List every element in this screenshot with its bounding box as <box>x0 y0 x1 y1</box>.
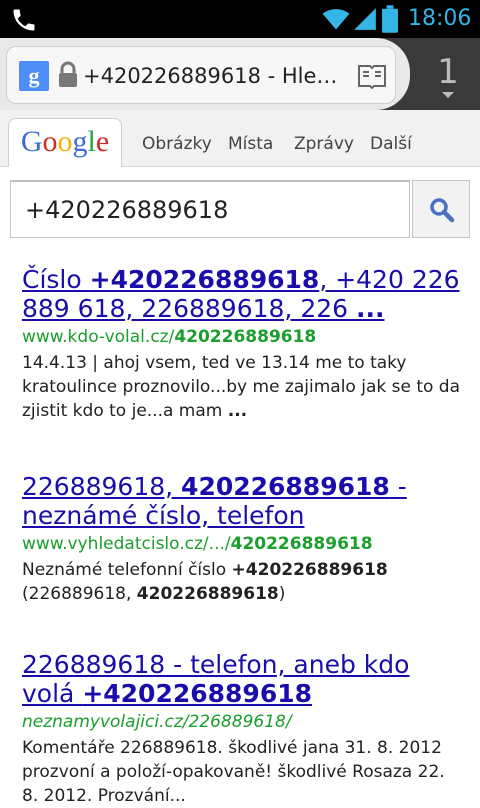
result-url: neznamyvolajici.cz/226889618/ <box>22 710 462 734</box>
title-text: Číslo <box>22 265 90 294</box>
result-title-link[interactable]: Číslo +420226889618, +420 226 889 618, 2… <box>22 265 462 323</box>
result-snippet: Komentáře 226889618. škodlivé jana 31. 8… <box>22 736 462 808</box>
snippet-text: (226889618, <box>22 584 137 604</box>
result-url: www.vyhledatcislo.cz/.../420226889618 <box>22 532 462 556</box>
snippet-text: Komentáře 226889618. škodlivé jana 31. 8… <box>22 738 445 806</box>
search-button[interactable] <box>412 180 470 238</box>
reader-mode-icon[interactable] <box>357 63 387 93</box>
battery-icon <box>382 5 398 37</box>
url-highlight: 420226889618 <box>230 534 373 554</box>
title-highlight: +420226889618 <box>82 679 312 708</box>
result-snippet: Neznámé telefonní číslo +420226889618 (2… <box>22 558 462 606</box>
logo-letter: o <box>42 125 58 158</box>
wifi-icon <box>322 5 350 37</box>
url-text: www.vyhledatcislo.cz/.../ <box>22 534 231 554</box>
title-highlight: +420226889618 <box>89 265 320 294</box>
nav-item-more[interactable]: Další <box>370 134 412 154</box>
google-nav-bar: Google Obrázky Místa Zprávy Další <box>0 110 480 167</box>
result-url: www.kdo-volal.cz/420226889618 <box>22 325 462 349</box>
result-snippet: 14.4.13 | ahoj vsem, ted ve 13.14 me to … <box>22 351 462 423</box>
browser-toolbar: g +420226889618 - Hle… 1 <box>0 38 480 110</box>
nav-item-news[interactable]: Zprávy <box>294 134 354 154</box>
title-text: 226889618, <box>22 472 182 501</box>
logo-letter: e <box>95 125 110 158</box>
caret-down-icon <box>442 92 454 98</box>
search-input[interactable]: +420226889618 <box>10 180 410 238</box>
logo-letter: g <box>72 125 88 158</box>
result-title-link[interactable]: 226889618 - telefon, aneb kdo volá +4202… <box>22 650 462 708</box>
url-text: neznamyvolajici.cz/226889618/ <box>22 712 292 732</box>
title-highlight: 420226889618 <box>181 472 390 501</box>
logo-letter: l <box>87 125 96 158</box>
result-title-link[interactable]: 226889618, 420226889618 - neznámé číslo,… <box>22 472 462 530</box>
google-favicon-icon: g <box>19 61 49 91</box>
search-result: 226889618 - telefon, aneb kdo volá +4202… <box>22 650 462 808</box>
title-ellipsis: ... <box>355 294 385 323</box>
nav-item-places[interactable]: Místa <box>228 134 273 154</box>
address-bar-container: g +420226889618 - Hle… <box>0 38 410 110</box>
tab-count: 1 <box>437 52 459 92</box>
snippet-text: ) <box>278 584 286 604</box>
status-time: 18:06 <box>408 6 472 31</box>
url-highlight: 420226889618 <box>174 327 317 347</box>
snippet-text: Neznámé telefonní číslo <box>22 560 232 580</box>
logo-letter: o <box>57 125 73 158</box>
lock-icon <box>57 61 79 93</box>
address-bar[interactable]: g +420226889618 - Hle… <box>6 46 396 104</box>
signal-icon <box>352 5 378 37</box>
snippet-highlight: 420226889618 <box>136 584 279 604</box>
status-bar: 18:06 <box>0 0 480 38</box>
url-text: www.kdo-volal.cz/ <box>22 327 175 347</box>
search-result: 226889618, 420226889618 - neznámé číslo,… <box>22 472 462 606</box>
snippet-highlight: +420226889618 <box>231 560 388 580</box>
google-logo-tab[interactable]: Google <box>8 118 122 167</box>
address-bar-text: +420226889618 - Hle… <box>83 64 338 88</box>
search-icon <box>430 198 455 223</box>
tab-switcher-button[interactable]: 1 <box>424 48 472 100</box>
phone-icon <box>10 6 38 38</box>
nav-item-images[interactable]: Obrázky <box>142 134 212 154</box>
logo-letter: G <box>20 125 43 158</box>
snippet-ellipsis: ... <box>227 401 248 421</box>
search-result: Číslo +420226889618, +420 226 889 618, 2… <box>22 265 462 423</box>
